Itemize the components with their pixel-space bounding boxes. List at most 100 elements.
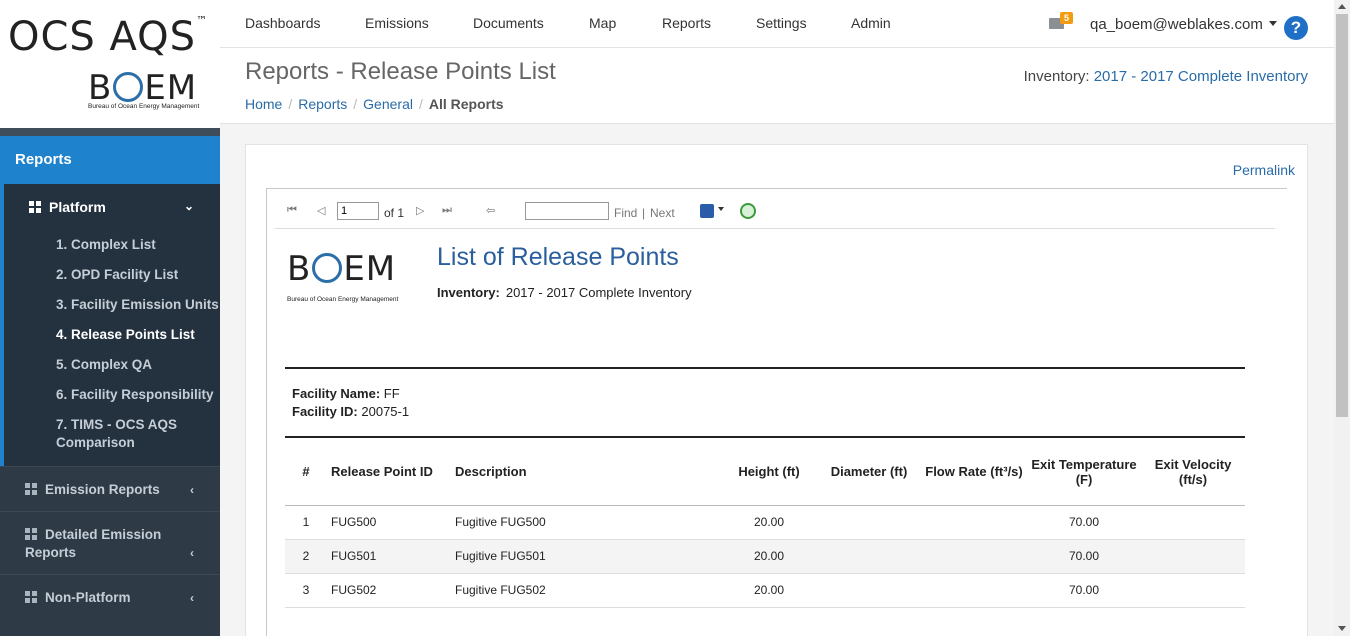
scroll-down-icon[interactable] <box>1338 626 1346 631</box>
scrollbar-thumb[interactable] <box>1336 14 1348 417</box>
ocs-aqs-logo: OCS AQS™ <box>8 14 209 60</box>
facility-name: Facility Name: FF <box>292 386 400 401</box>
breadcrumb-home[interactable]: Home <box>245 96 282 112</box>
breadcrumb-general[interactable]: General <box>363 96 413 112</box>
report-viewer: ⏮ ◁ of 1 ▷ ⏭ ⇦ Find | Next BEM Bureau of… <box>266 188 1287 636</box>
page-scrollbar[interactable] <box>1334 0 1350 636</box>
sidebar-item-complex-qa[interactable]: 5. Complex QA <box>4 350 220 380</box>
export-save-icon[interactable] <box>700 204 714 218</box>
column-header: Height (ft) <box>738 464 800 480</box>
column-header: # <box>302 464 310 480</box>
sidebar-group-non-platform[interactable]: Non-Platform ‹ <box>0 574 220 619</box>
nav-reports[interactable]: Reports <box>662 15 711 31</box>
sidebar-item-complex-list[interactable]: 1. Complex List <box>4 230 220 260</box>
previous-page-icon[interactable]: ◁ <box>317 204 325 217</box>
diameter-value <box>817 573 921 608</box>
report-title: List of Release Points <box>437 243 679 271</box>
inventory-indicator: Inventory: 2017 - 2017 Complete Inventor… <box>1024 68 1308 85</box>
report-boem-subtitle: Bureau of Ocean Energy Management <box>287 296 399 303</box>
scroll-up-icon[interactable] <box>1338 4 1346 9</box>
find-next-link[interactable]: Next <box>650 206 675 220</box>
nav-documents[interactable]: Documents <box>473 15 544 31</box>
report-toolbar: ⏮ ◁ of 1 ▷ ⏭ ⇦ Find | Next <box>275 195 1275 229</box>
diameter-value <box>817 539 921 574</box>
exit-temperature-value: 70.00 <box>1027 573 1141 608</box>
nav-dashboards[interactable]: Dashboards <box>245 15 321 31</box>
exit-velocity-value <box>1141 573 1245 608</box>
page-title: Reports - Release Points List <box>245 58 556 85</box>
user-menu[interactable]: qa_boem@weblakes.com <box>1090 16 1277 33</box>
sidebar: Reports Platform ⌄ 1. Complex List 2. OP… <box>0 128 220 636</box>
sidebar-platform-label: Platform <box>49 199 106 215</box>
flow-rate-value <box>921 539 1027 574</box>
sidebar-item-release-points-list[interactable]: 4. Release Points List <box>4 320 220 350</box>
help-icon[interactable]: ? <box>1284 16 1308 40</box>
column-header: Diameter (ft) <box>830 464 908 480</box>
export-dropdown-caret-icon[interactable] <box>718 207 724 211</box>
column-header: Exit Temperature (F) <box>1031 456 1137 487</box>
column-header: Description <box>455 464 527 480</box>
release-point-description: Fugitive FUG501 <box>451 539 721 574</box>
grid-icon <box>25 528 37 540</box>
back-icon[interactable]: ⇦ <box>486 204 495 217</box>
column-header: Release Point ID <box>331 464 433 480</box>
nav-emissions[interactable]: Emissions <box>365 15 429 31</box>
nav-map[interactable]: Map <box>589 15 616 31</box>
boem-logo: B EM <box>88 68 198 108</box>
release-points-table: # Release Point ID Description Height (f… <box>285 439 1245 608</box>
inventory-link[interactable]: 2017 - 2017 Complete Inventory <box>1094 68 1308 85</box>
height-value: 20.00 <box>721 505 817 540</box>
breadcrumb-current: All Reports <box>428 96 504 112</box>
grid-icon <box>29 201 41 213</box>
sidebar-item-opd-facility-list[interactable]: 2. OPD Facility List <box>4 260 220 290</box>
exit-velocity-value <box>1141 539 1245 574</box>
breadcrumb-reports[interactable]: Reports <box>298 96 347 112</box>
height-value: 20.00 <box>721 573 817 608</box>
first-page-icon[interactable]: ⏮ <box>287 204 297 217</box>
permalink-link[interactable]: Permalink <box>1233 162 1295 178</box>
table-header-row: # Release Point ID Description Height (f… <box>285 439 1245 505</box>
facility-name-label: Facility Name: <box>292 386 381 401</box>
find-link[interactable]: Find <box>614 206 637 220</box>
find-input[interactable] <box>525 202 609 220</box>
page-header: Reports - Release Points List Inventory:… <box>220 48 1334 124</box>
flow-rate-value <box>921 573 1027 608</box>
column-header: Exit Velocity (ft/s) <box>1154 456 1232 487</box>
page-count: of 1 <box>384 206 405 220</box>
sidebar-group-emission-reports[interactable]: Emission Reports ‹ <box>0 466 220 511</box>
row-number: 1 <box>285 505 327 540</box>
sidebar-group-detailed-emission-reports[interactable]: Detailed Emission Reports ‹ <box>0 511 220 574</box>
app-logo[interactable]: OCS AQS™ B EM Bureau of Ocean Energy Mana… <box>0 0 220 128</box>
sidebar-item-tims-comparison[interactable]: 7. TIMS - OCS AQS Comparison <box>4 410 220 458</box>
user-email: qa_boem@weblakes.com <box>1090 16 1263 33</box>
last-page-icon[interactable]: ⏭ <box>442 204 452 217</box>
nav-settings[interactable]: Settings <box>756 15 807 31</box>
page-number-input[interactable] <box>337 202 379 220</box>
refresh-icon[interactable] <box>740 203 756 219</box>
sidebar-reports-header[interactable]: Reports <box>0 136 220 184</box>
mail-count-badge: 5 <box>1060 12 1074 24</box>
row-number: 3 <box>285 573 327 608</box>
sidebar-group-label: Detailed Emission Reports <box>25 527 162 560</box>
height-value: 20.00 <box>721 539 817 574</box>
next-page-icon[interactable]: ▷ <box>416 204 424 217</box>
report-panel: Permalink ⏮ ◁ of 1 ▷ ⏭ ⇦ Find | Next BEM… <box>245 144 1308 636</box>
sidebar-group-label: Emission Reports <box>45 482 160 497</box>
nav-admin[interactable]: Admin <box>851 15 891 31</box>
boem-ring-icon <box>113 72 144 102</box>
diameter-value <box>817 505 921 540</box>
breadcrumb: Home / Reports / General / All Reports <box>245 96 504 112</box>
sidebar-item-facility-emission-units[interactable]: 3. Facility Emission Units <box>4 290 220 320</box>
facility-id-value: 20075-1 <box>361 404 410 419</box>
chevron-left-icon: ‹ <box>190 483 194 497</box>
facility-id: Facility ID: 20075-1 <box>292 404 409 419</box>
caret-down-icon <box>1268 21 1277 26</box>
release-point-id: FUG501 <box>327 539 451 574</box>
table-row: 3 FUG502 Fugitive FUG502 20.00 70.00 <box>285 573 1245 608</box>
sidebar-platform-toggle[interactable]: Platform ⌄ <box>4 184 220 230</box>
sidebar-item-facility-responsibility[interactable]: 6. Facility Responsibility <box>4 380 220 410</box>
row-number: 2 <box>285 539 327 574</box>
release-point-id: FUG500 <box>327 505 451 540</box>
top-navbar: Dashboards Emissions Documents Map Repor… <box>220 0 1334 48</box>
sidebar-platform-list: 1. Complex List 2. OPD Facility List 3. … <box>4 230 220 466</box>
